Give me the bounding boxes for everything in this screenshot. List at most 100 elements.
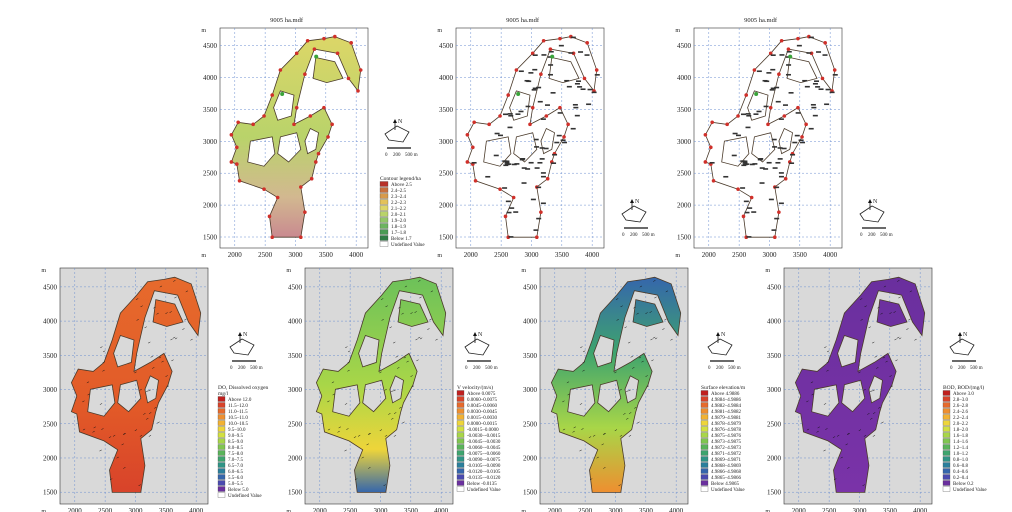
bottom-1-legend-swatch — [217, 420, 226, 426]
top-3-node-label — [746, 236, 752, 238]
top-3-node — [804, 122, 808, 127]
top-1-node — [262, 114, 266, 118]
top-2-xtick-3500: 3500 — [555, 251, 570, 259]
top-3-node — [773, 235, 777, 240]
bottom-2-legend-swatch — [456, 450, 465, 456]
bottom-4-yunit: m — [765, 268, 770, 274]
bottom-4-xtick-3000: 3000 — [852, 507, 867, 512]
top-1-xtick-3000: 3000 — [288, 251, 303, 259]
top-1-node — [305, 38, 310, 43]
top-1-node — [229, 160, 234, 164]
bottom-2-legend-entry: Undefined Value — [467, 488, 501, 493]
top-3-node-label — [745, 126, 751, 129]
bottom-3-ytick-2500: 2500 — [523, 420, 538, 428]
top-2-node-label — [498, 134, 504, 137]
top-2-scale-label-1: 200 — [630, 233, 638, 238]
top-2-node-label — [528, 72, 534, 74]
top-3-node-label — [795, 112, 801, 114]
top-2-node-label — [502, 113, 508, 116]
bottom-1-legend-swatch — [217, 462, 226, 468]
bottom-1-legend-swatch — [217, 408, 226, 414]
top-2-node-label — [533, 138, 539, 141]
top-2-node-label — [532, 54, 538, 56]
bottom-4-legend-swatch — [942, 480, 951, 486]
top-1-scale-label-0: 0 — [385, 153, 388, 158]
bottom-3-ytick-4500: 4500 — [523, 283, 538, 291]
top-3-node-label — [778, 118, 784, 120]
top-2-node-label — [508, 114, 514, 117]
top-3-node-label — [775, 161, 781, 164]
top-1-node — [330, 122, 334, 127]
top-1-xunit: m — [201, 253, 206, 259]
top-2-node — [487, 122, 491, 127]
top-3-node — [736, 187, 740, 191]
bottom-3-legend-swatch — [700, 456, 709, 462]
top-2-node — [548, 47, 553, 51]
bottom-2-legend-entry: 0.0015–0.0030 — [467, 416, 498, 421]
bottom-3-scale-label-0: 0 — [708, 366, 711, 371]
bottom-3-north-arrow: N 0 200 500 m — [707, 332, 741, 371]
top-2-north-arrow-head — [630, 199, 634, 203]
top-2-node-label — [550, 92, 556, 94]
top-1-node — [275, 195, 280, 200]
bottom-1-legend-swatch — [217, 486, 226, 492]
bottom-4-legend-swatch — [942, 456, 951, 462]
bottom-3-xtick-3000: 3000 — [608, 507, 623, 512]
bottom-1-legend-swatch — [217, 438, 226, 444]
top-3-node-label — [811, 106, 817, 109]
top-1-node — [326, 135, 330, 139]
bottom-3-legend-entry: 4.9878–4.9879 — [711, 422, 742, 427]
bottom-4-legend-swatch — [942, 414, 951, 420]
bottom-3-legend-swatch — [700, 462, 709, 468]
top-2-source-marker — [550, 54, 555, 59]
top-2-ytick-2500: 2500 — [439, 170, 454, 178]
bottom-4-legend-entry: Below 0.2 — [953, 482, 974, 487]
bottom-2-xtick-3500: 3500 — [404, 507, 419, 512]
bottom-4-legend-entry: 2.8–3.0 — [953, 398, 969, 403]
bottom-2-legend-entry: -0.0120–-0.0105 — [467, 470, 501, 475]
top-2-node — [498, 114, 502, 118]
top-1-node — [316, 151, 321, 156]
bottom-2-legend-entry: 0.0030–0.0045 — [467, 410, 498, 415]
bottom-3-legend-swatch — [700, 450, 709, 456]
top-3-ytick-1500: 1500 — [677, 234, 692, 242]
top-2-source-marker — [516, 92, 521, 96]
top-3-node-label — [800, 141, 806, 144]
bottom-4-legend-entry: 2.0–2.2 — [953, 422, 969, 427]
bottom-2-yunit: m — [286, 268, 291, 274]
bottom-2-legend-entry: Below -0.0135 — [467, 482, 497, 487]
top-3-node — [703, 133, 708, 137]
bottom-4-legend-entry: 1.8–2.0 — [953, 428, 969, 433]
top-3-node-label — [777, 158, 783, 160]
top-2-xunit: m — [437, 253, 442, 259]
top-2-xtick-2000: 2000 — [464, 251, 479, 259]
bottom-4-legend-swatch — [942, 426, 951, 432]
top-3-node-label — [770, 54, 776, 56]
top-2-node-label — [502, 187, 508, 189]
top-3-node-label — [743, 200, 749, 203]
top-1-node — [356, 89, 360, 93]
top-2-node — [503, 214, 508, 219]
bottom-1-legend-swatch — [217, 474, 226, 480]
top-1-legend-entry: 2.4–2.5 — [391, 189, 407, 194]
top-2-node-label — [572, 103, 578, 106]
top-2-node-label — [505, 200, 511, 203]
top-2-node-label — [534, 146, 540, 148]
bottom-1-legend-entry: Undefined Value — [228, 494, 262, 499]
top-2-node-label — [564, 79, 570, 82]
top-1-source-marker — [280, 92, 285, 96]
bottom-3-xtick-4000: 4000 — [669, 507, 684, 512]
top-1-xtick-4000: 4000 — [349, 251, 364, 259]
top-2-node-label — [494, 132, 500, 135]
top-2-node-label — [509, 207, 515, 209]
bottom-2-legend-swatch — [456, 474, 465, 480]
top-1-legend-entry: 1.9–2.0 — [391, 219, 407, 224]
top-2-node-label — [521, 182, 527, 184]
bottom-3-yunit: m — [521, 268, 526, 274]
top-1-node — [303, 210, 307, 214]
top-3-node — [823, 41, 827, 45]
top-2-node-label — [493, 154, 499, 157]
top-2-node-label — [566, 85, 572, 88]
bottom-1-ytick-4500: 4500 — [43, 283, 58, 291]
bottom-3-legend: Surface elevation/mAbove 4.98864.9884–4.… — [700, 384, 746, 493]
